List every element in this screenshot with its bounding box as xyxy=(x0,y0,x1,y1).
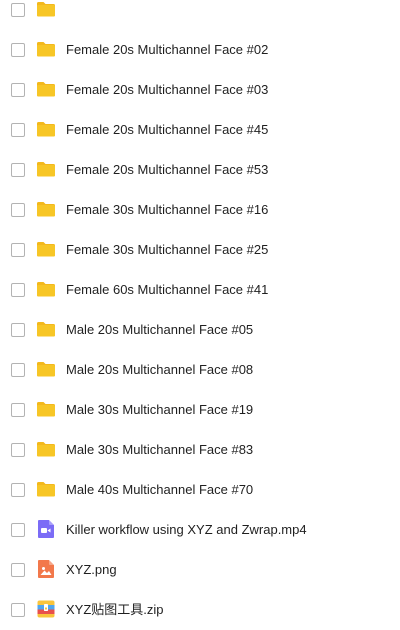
select-checkbox[interactable] xyxy=(11,163,25,177)
list-item[interactable]: Male 30s Multichannel Face #83 xyxy=(0,430,400,470)
folder-icon xyxy=(36,479,56,499)
select-checkbox[interactable] xyxy=(11,323,25,337)
folder-icon xyxy=(36,199,56,219)
select-checkbox[interactable] xyxy=(11,83,25,97)
folder-icon xyxy=(36,159,56,179)
select-checkbox[interactable] xyxy=(11,363,25,377)
folder-icon xyxy=(36,239,56,259)
list-item[interactable]: Female 30s Multichannel Face #16 xyxy=(0,190,400,230)
list-item[interactable]: Female 30s Multichannel Face #25 xyxy=(0,230,400,270)
file-list: Female 20s Multichannel Face #02 Female … xyxy=(0,0,400,630)
file-name[interactable]: Female 20s Multichannel Face #45 xyxy=(66,121,268,139)
list-item[interactable]: Male 30s Multichannel Face #19 xyxy=(0,390,400,430)
select-checkbox[interactable] xyxy=(11,43,25,57)
select-checkbox[interactable] xyxy=(11,203,25,217)
file-name[interactable]: Female 60s Multichannel Face #41 xyxy=(66,281,268,299)
list-item[interactable]: Killer workflow using XYZ and Zwrap.mp4 xyxy=(0,510,400,550)
folder-icon xyxy=(36,119,56,139)
list-item[interactable]: Male 40s Multichannel Face #70 xyxy=(0,470,400,510)
select-checkbox[interactable] xyxy=(11,243,25,257)
folder-icon xyxy=(36,439,56,459)
folder-icon xyxy=(36,279,56,299)
file-name[interactable]: Male 20s Multichannel Face #05 xyxy=(66,321,253,339)
file-name[interactable]: Male 40s Multichannel Face #70 xyxy=(66,481,253,499)
folder-icon xyxy=(36,39,56,59)
file-name[interactable]: Female 30s Multichannel Face #16 xyxy=(66,201,268,219)
select-checkbox[interactable] xyxy=(11,283,25,297)
file-name[interactable]: Female 20s Multichannel Face #03 xyxy=(66,81,268,99)
file-name[interactable]: Female 20s Multichannel Face #53 xyxy=(66,161,268,179)
list-item[interactable]: XYZ贴图工具.zip xyxy=(0,590,400,630)
file-name[interactable]: Male 30s Multichannel Face #83 xyxy=(66,441,253,459)
file-name[interactable]: Female 20s Multichannel Face #02 xyxy=(66,41,268,59)
list-item[interactable]: Female 60s Multichannel Face #41 xyxy=(0,270,400,310)
file-name[interactable]: Female 30s Multichannel Face #25 xyxy=(66,241,268,259)
list-item[interactable]: XYZ.png xyxy=(0,550,400,590)
list-item[interactable]: Female 20s Multichannel Face #45 xyxy=(0,110,400,150)
folder-icon xyxy=(36,399,56,419)
zip-file-icon xyxy=(36,599,56,619)
select-checkbox[interactable] xyxy=(11,403,25,417)
select-checkbox[interactable] xyxy=(11,483,25,497)
select-checkbox[interactable] xyxy=(11,123,25,137)
list-item[interactable]: Male 20s Multichannel Face #05 xyxy=(0,310,400,350)
select-checkbox[interactable] xyxy=(11,443,25,457)
list-item[interactable]: Female 20s Multichannel Face #02 xyxy=(0,30,400,70)
file-name[interactable]: Male 30s Multichannel Face #19 xyxy=(66,401,253,419)
list-item[interactable]: Female 20s Multichannel Face #03 xyxy=(0,70,400,110)
file-name[interactable]: Killer workflow using XYZ and Zwrap.mp4 xyxy=(66,521,307,539)
image-file-icon xyxy=(36,559,56,579)
folder-icon xyxy=(36,359,56,379)
folder-icon xyxy=(36,0,56,19)
select-checkbox[interactable] xyxy=(11,3,25,17)
select-checkbox[interactable] xyxy=(11,563,25,577)
list-item[interactable] xyxy=(0,0,400,30)
file-name[interactable]: Male 20s Multichannel Face #08 xyxy=(66,361,253,379)
select-checkbox[interactable] xyxy=(11,603,25,617)
file-name[interactable]: XYZ.png xyxy=(66,561,117,579)
list-item[interactable]: Female 20s Multichannel Face #53 xyxy=(0,150,400,190)
list-item[interactable]: Male 20s Multichannel Face #08 xyxy=(0,350,400,390)
folder-icon xyxy=(36,79,56,99)
select-checkbox[interactable] xyxy=(11,523,25,537)
folder-icon xyxy=(36,319,56,339)
video-file-icon xyxy=(36,519,56,539)
file-name[interactable]: XYZ贴图工具.zip xyxy=(66,601,164,619)
